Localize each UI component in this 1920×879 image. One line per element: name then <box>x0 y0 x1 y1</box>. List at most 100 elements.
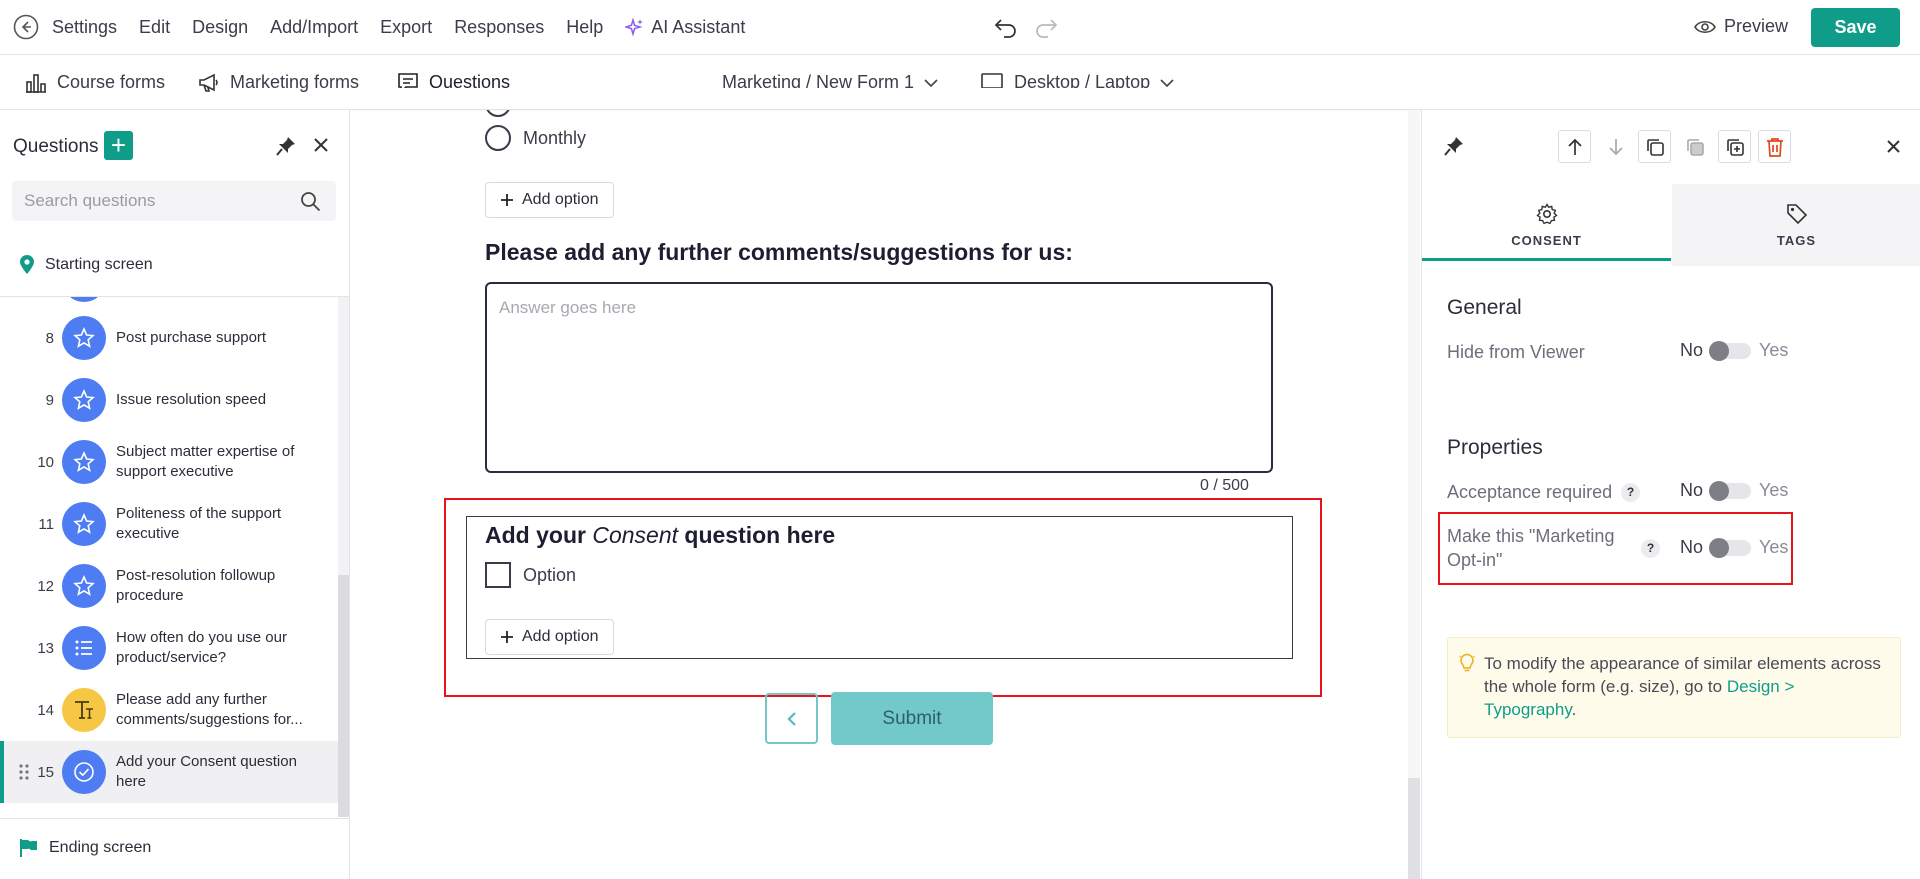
add-question-button[interactable]: + <box>104 131 133 160</box>
question-number: 12 <box>37 577 54 595</box>
move-down-button[interactable] <box>1599 130 1632 163</box>
search-icon[interactable] <box>300 191 321 212</box>
tab-tags[interactable]: TAGS <box>1672 184 1920 266</box>
checkbox[interactable] <box>485 562 511 588</box>
marketing-optin-toggle[interactable]: No Yes <box>1680 537 1788 558</box>
menu-help[interactable]: Help <box>566 17 603 38</box>
star-question-icon <box>62 502 106 546</box>
plus-icon <box>500 630 514 644</box>
plus-icon <box>500 193 514 207</box>
tab-consent[interactable]: CONSENT <box>1422 184 1671 266</box>
question-number: 10 <box>37 453 54 471</box>
close-icon[interactable] <box>313 137 329 153</box>
star-question-icon <box>62 297 106 302</box>
chevron-left-icon <box>786 711 797 726</box>
tab-label: Course forms <box>57 72 166 92</box>
consent-option-row[interactable]: Option <box>485 562 576 588</box>
check-question-icon <box>62 750 106 794</box>
tab-label: CONSENT <box>1511 232 1582 248</box>
question-label: Issue resolution speed <box>116 391 267 408</box>
toggle-no-label: No <box>1680 480 1704 500</box>
radio-option-label: Monthly <box>523 127 587 148</box>
arrow-down-icon <box>1608 138 1624 156</box>
consent-title-end: question here <box>678 522 836 548</box>
toggle-yes-label: Yes <box>1759 480 1789 500</box>
list-item[interactable]: 10 Subject matter expertise of support e… <box>0 431 338 493</box>
toggle-switch[interactable] <box>1709 340 1752 361</box>
list-item[interactable]: 14 Please add any further comments/sugge… <box>0 679 338 741</box>
back-arrow-icon[interactable] <box>13 14 39 40</box>
previous-button[interactable] <box>765 693 818 744</box>
ai-assistant-label: AI Assistant <box>651 17 746 37</box>
copy-add-icon <box>1725 137 1745 157</box>
delete-button[interactable] <box>1758 130 1791 163</box>
redo-icon[interactable] <box>1034 16 1058 38</box>
copy-to-button[interactable] <box>1718 130 1751 163</box>
list-item-selected[interactable]: 15 Add your Consent question here <box>0 741 338 803</box>
menu-export[interactable]: Export <box>380 17 432 38</box>
radio-option-monthly[interactable]: Monthly <box>485 125 586 151</box>
help-icon[interactable]: ? <box>1641 539 1660 558</box>
list-item[interactable]: 11 Politeness of the support executive <box>0 493 338 555</box>
starting-screen-label: Starting screen <box>45 256 153 273</box>
tab-marketing-forms[interactable]: Marketing forms <box>198 55 359 110</box>
star-question-icon <box>62 440 106 484</box>
help-icon[interactable]: ? <box>1621 483 1640 502</box>
tip-end: . <box>1571 700 1577 719</box>
question-label: Politeness of the support executive <box>116 505 282 542</box>
pin-icon[interactable] <box>1444 136 1464 156</box>
tab-label: TAGS <box>1776 232 1817 248</box>
eye-icon <box>1694 19 1716 35</box>
active-tab-indicator <box>1422 258 1671 261</box>
undo-icon[interactable] <box>994 16 1018 38</box>
tab-course-forms[interactable]: Course forms <box>25 55 165 110</box>
menu-settings[interactable]: Settings <box>52 17 117 38</box>
list-item[interactable]: 8 Post purchase support <box>0 307 338 369</box>
main-menu: Settings Edit Design Add/Import Export R… <box>52 0 745 55</box>
properties-section-title: Properties <box>1447 436 1543 459</box>
paste-button[interactable] <box>1678 130 1711 163</box>
submit-button[interactable]: Submit <box>831 692 993 745</box>
add-option-button[interactable]: Add option <box>485 619 614 655</box>
list-item[interactable]: 9 Issue resolution speed <box>0 369 338 431</box>
close-icon[interactable] <box>1886 139 1901 154</box>
add-option-button[interactable]: Add option <box>485 182 614 218</box>
consent-question-title[interactable]: Add your Consent question here <box>485 522 835 549</box>
scrollbar-thumb[interactable] <box>338 575 349 817</box>
arrow-up-icon <box>1567 138 1583 156</box>
duplicate-button[interactable] <box>1638 130 1671 163</box>
list-question-icon <box>62 626 106 670</box>
menu-add-import[interactable]: Add/Import <box>270 17 358 38</box>
acceptance-required-toggle[interactable]: No Yes <box>1680 480 1788 501</box>
list-item[interactable]: 12 Post-resolution followup procedure <box>0 555 338 617</box>
design-tip-box: To modify the appearance of similar elem… <box>1447 637 1901 738</box>
character-counter: 0 / 500 <box>1200 477 1249 494</box>
general-section-title: General <box>1447 296 1522 319</box>
megaphone-icon <box>198 73 220 93</box>
flag-icon <box>19 838 39 858</box>
ending-screen-item[interactable]: Ending screen <box>19 838 151 858</box>
move-up-button[interactable] <box>1558 130 1591 163</box>
radio-button[interactable] <box>485 125 511 151</box>
comments-question-title[interactable]: Please add any further comments/suggesti… <box>485 239 1073 266</box>
menu-responses[interactable]: Responses <box>454 17 544 38</box>
menu-edit[interactable]: Edit <box>139 17 170 38</box>
list-item[interactable]: 13 How often do you use our product/serv… <box>0 617 338 679</box>
hide-from-viewer-toggle[interactable]: No Yes <box>1680 340 1788 361</box>
scrollbar-thumb[interactable] <box>1408 778 1420 879</box>
search-questions-input[interactable] <box>12 181 336 221</box>
question-label: Please add any further comments/suggesti… <box>116 691 303 728</box>
answer-textarea[interactable]: Answer goes here <box>485 282 1273 473</box>
preview-button[interactable]: Preview <box>1694 16 1788 37</box>
save-button[interactable]: Save <box>1811 8 1900 47</box>
ai-assistant-button[interactable]: AI Assistant <box>625 17 745 38</box>
drag-handle-icon[interactable] <box>18 763 30 781</box>
menu-design[interactable]: Design <box>192 17 248 38</box>
star-question-icon <box>62 378 106 422</box>
toggle-switch[interactable] <box>1709 537 1752 558</box>
gear-icon <box>1535 202 1558 225</box>
toggle-switch[interactable] <box>1709 480 1752 501</box>
canvas-scrollbar[interactable] <box>1408 111 1420 879</box>
pin-icon[interactable] <box>276 136 296 156</box>
starting-screen-item[interactable]: Starting screen <box>19 255 153 275</box>
